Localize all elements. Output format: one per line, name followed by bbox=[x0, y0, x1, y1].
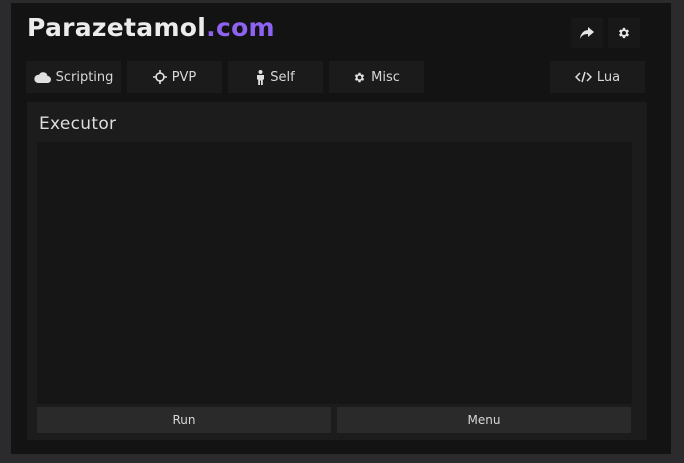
app-title-main: Parazetamol bbox=[27, 13, 207, 42]
tab-lua[interactable]: Lua bbox=[550, 61, 645, 93]
settings-button[interactable] bbox=[608, 18, 640, 48]
script-editor[interactable] bbox=[37, 142, 632, 404]
share-arrow-icon bbox=[580, 27, 594, 39]
person-icon bbox=[257, 69, 265, 85]
crosshair-icon bbox=[152, 70, 167, 84]
tab-lua-label: Lua bbox=[596, 69, 621, 85]
tab-scripting[interactable]: Scripting bbox=[26, 61, 121, 93]
tab-scripting-label: Scripting bbox=[55, 69, 114, 85]
gear-icon bbox=[354, 72, 365, 82]
app-title-accent: .com bbox=[206, 13, 275, 42]
app-title: Parazetamol.com bbox=[27, 13, 275, 42]
code-icon bbox=[574, 71, 592, 83]
share-button[interactable] bbox=[571, 18, 603, 48]
run-button[interactable]: Run bbox=[37, 407, 331, 433]
menu-button[interactable]: Menu bbox=[337, 407, 631, 433]
gear-icon bbox=[618, 27, 630, 39]
tab-misc-label: Misc bbox=[371, 69, 400, 85]
tab-misc[interactable]: Misc bbox=[329, 61, 424, 93]
executor-panel: Executor Run Menu bbox=[27, 102, 647, 440]
tab-self-label: Self bbox=[270, 69, 295, 85]
tab-pvp-label: PVP bbox=[171, 69, 197, 85]
panel-title: Executor bbox=[39, 114, 117, 134]
tab-pvp[interactable]: PVP bbox=[127, 61, 222, 93]
cloud-icon bbox=[33, 72, 51, 83]
tab-self[interactable]: Self bbox=[228, 61, 323, 93]
executor-window: Parazetamol.com Scripting PVP Self Misc … bbox=[10, 2, 672, 455]
